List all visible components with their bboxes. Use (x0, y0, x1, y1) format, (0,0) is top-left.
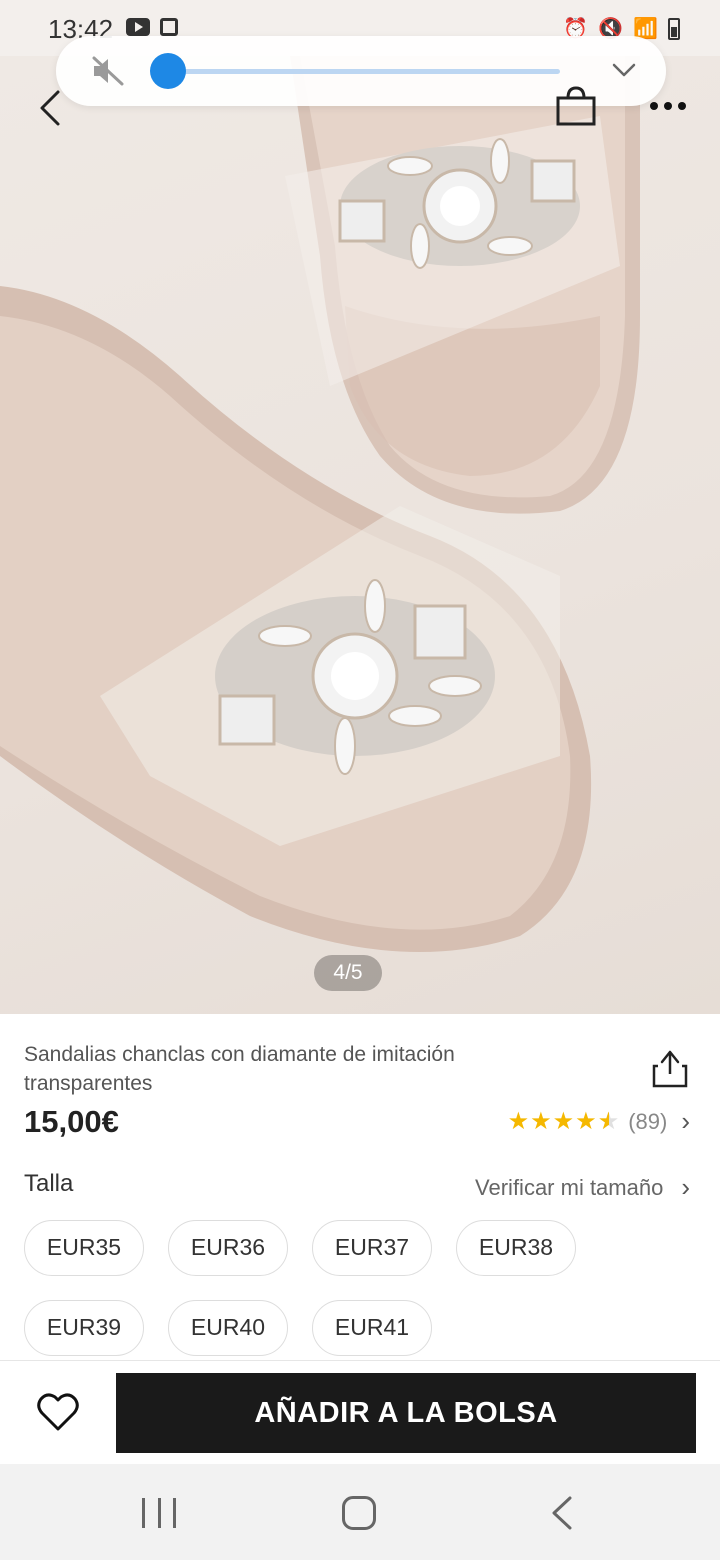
rating-stars-icon: ★★★★★★ (507, 1108, 621, 1135)
rating-count: (89) (628, 1108, 668, 1134)
verify-size-label: Verificar mi tamaño (475, 1174, 664, 1200)
verify-size-link[interactable]: Verificar mi tamaño › (475, 1172, 690, 1203)
size-label: Talla (24, 1170, 74, 1197)
product-rating[interactable]: ★★★★★★ (89) › (508, 1106, 690, 1137)
youtube-notification-icon (126, 18, 150, 36)
battery-icon (668, 17, 680, 40)
product-title: Sandalias chanclas con diamante de imita… (24, 1043, 455, 1095)
system-navigation-bar (0, 1464, 720, 1560)
system-back-icon[interactable] (548, 1494, 576, 1532)
speaker-muted-icon[interactable] (90, 54, 126, 88)
bottom-action-bar: AÑADIR A LA BOLSA (0, 1360, 720, 1464)
chevron-down-icon[interactable] (610, 56, 638, 84)
size-option[interactable]: EUR36 (168, 1220, 288, 1276)
back-arrow-icon[interactable] (30, 86, 70, 130)
share-icon[interactable] (650, 1046, 690, 1090)
size-option[interactable]: EUR35 (24, 1220, 144, 1276)
home-icon[interactable] (342, 1496, 376, 1530)
shopping-bag-icon[interactable] (554, 84, 598, 128)
size-option[interactable]: EUR38 (456, 1220, 576, 1276)
product-image-gallery[interactable]: 4/5 (0, 56, 720, 1014)
heart-icon[interactable] (36, 1391, 80, 1433)
image-page-indicator: 4/5 (314, 955, 382, 991)
dot (664, 102, 672, 110)
status-left-icons (126, 18, 178, 36)
size-option[interactable]: EUR40 (168, 1300, 288, 1356)
product-price: 15,00€ (24, 1104, 119, 1139)
size-option[interactable]: EUR37 (312, 1220, 432, 1276)
recent-apps-icon[interactable] (142, 1498, 176, 1528)
chevron-right-icon: › (681, 1172, 690, 1202)
volume-slider-knob[interactable] (150, 53, 186, 89)
volume-slider-track[interactable] (168, 69, 560, 74)
product-image (0, 56, 640, 952)
chevron-right-icon: › (681, 1106, 690, 1136)
size-option[interactable]: EUR41 (312, 1300, 432, 1356)
calendar-notification-icon (160, 18, 178, 36)
more-options-button[interactable] (650, 96, 694, 116)
dot (678, 102, 686, 110)
add-to-bag-button[interactable]: AÑADIR A LA BOLSA (116, 1373, 696, 1453)
size-option[interactable]: EUR39 (24, 1300, 144, 1356)
dot (650, 102, 658, 110)
